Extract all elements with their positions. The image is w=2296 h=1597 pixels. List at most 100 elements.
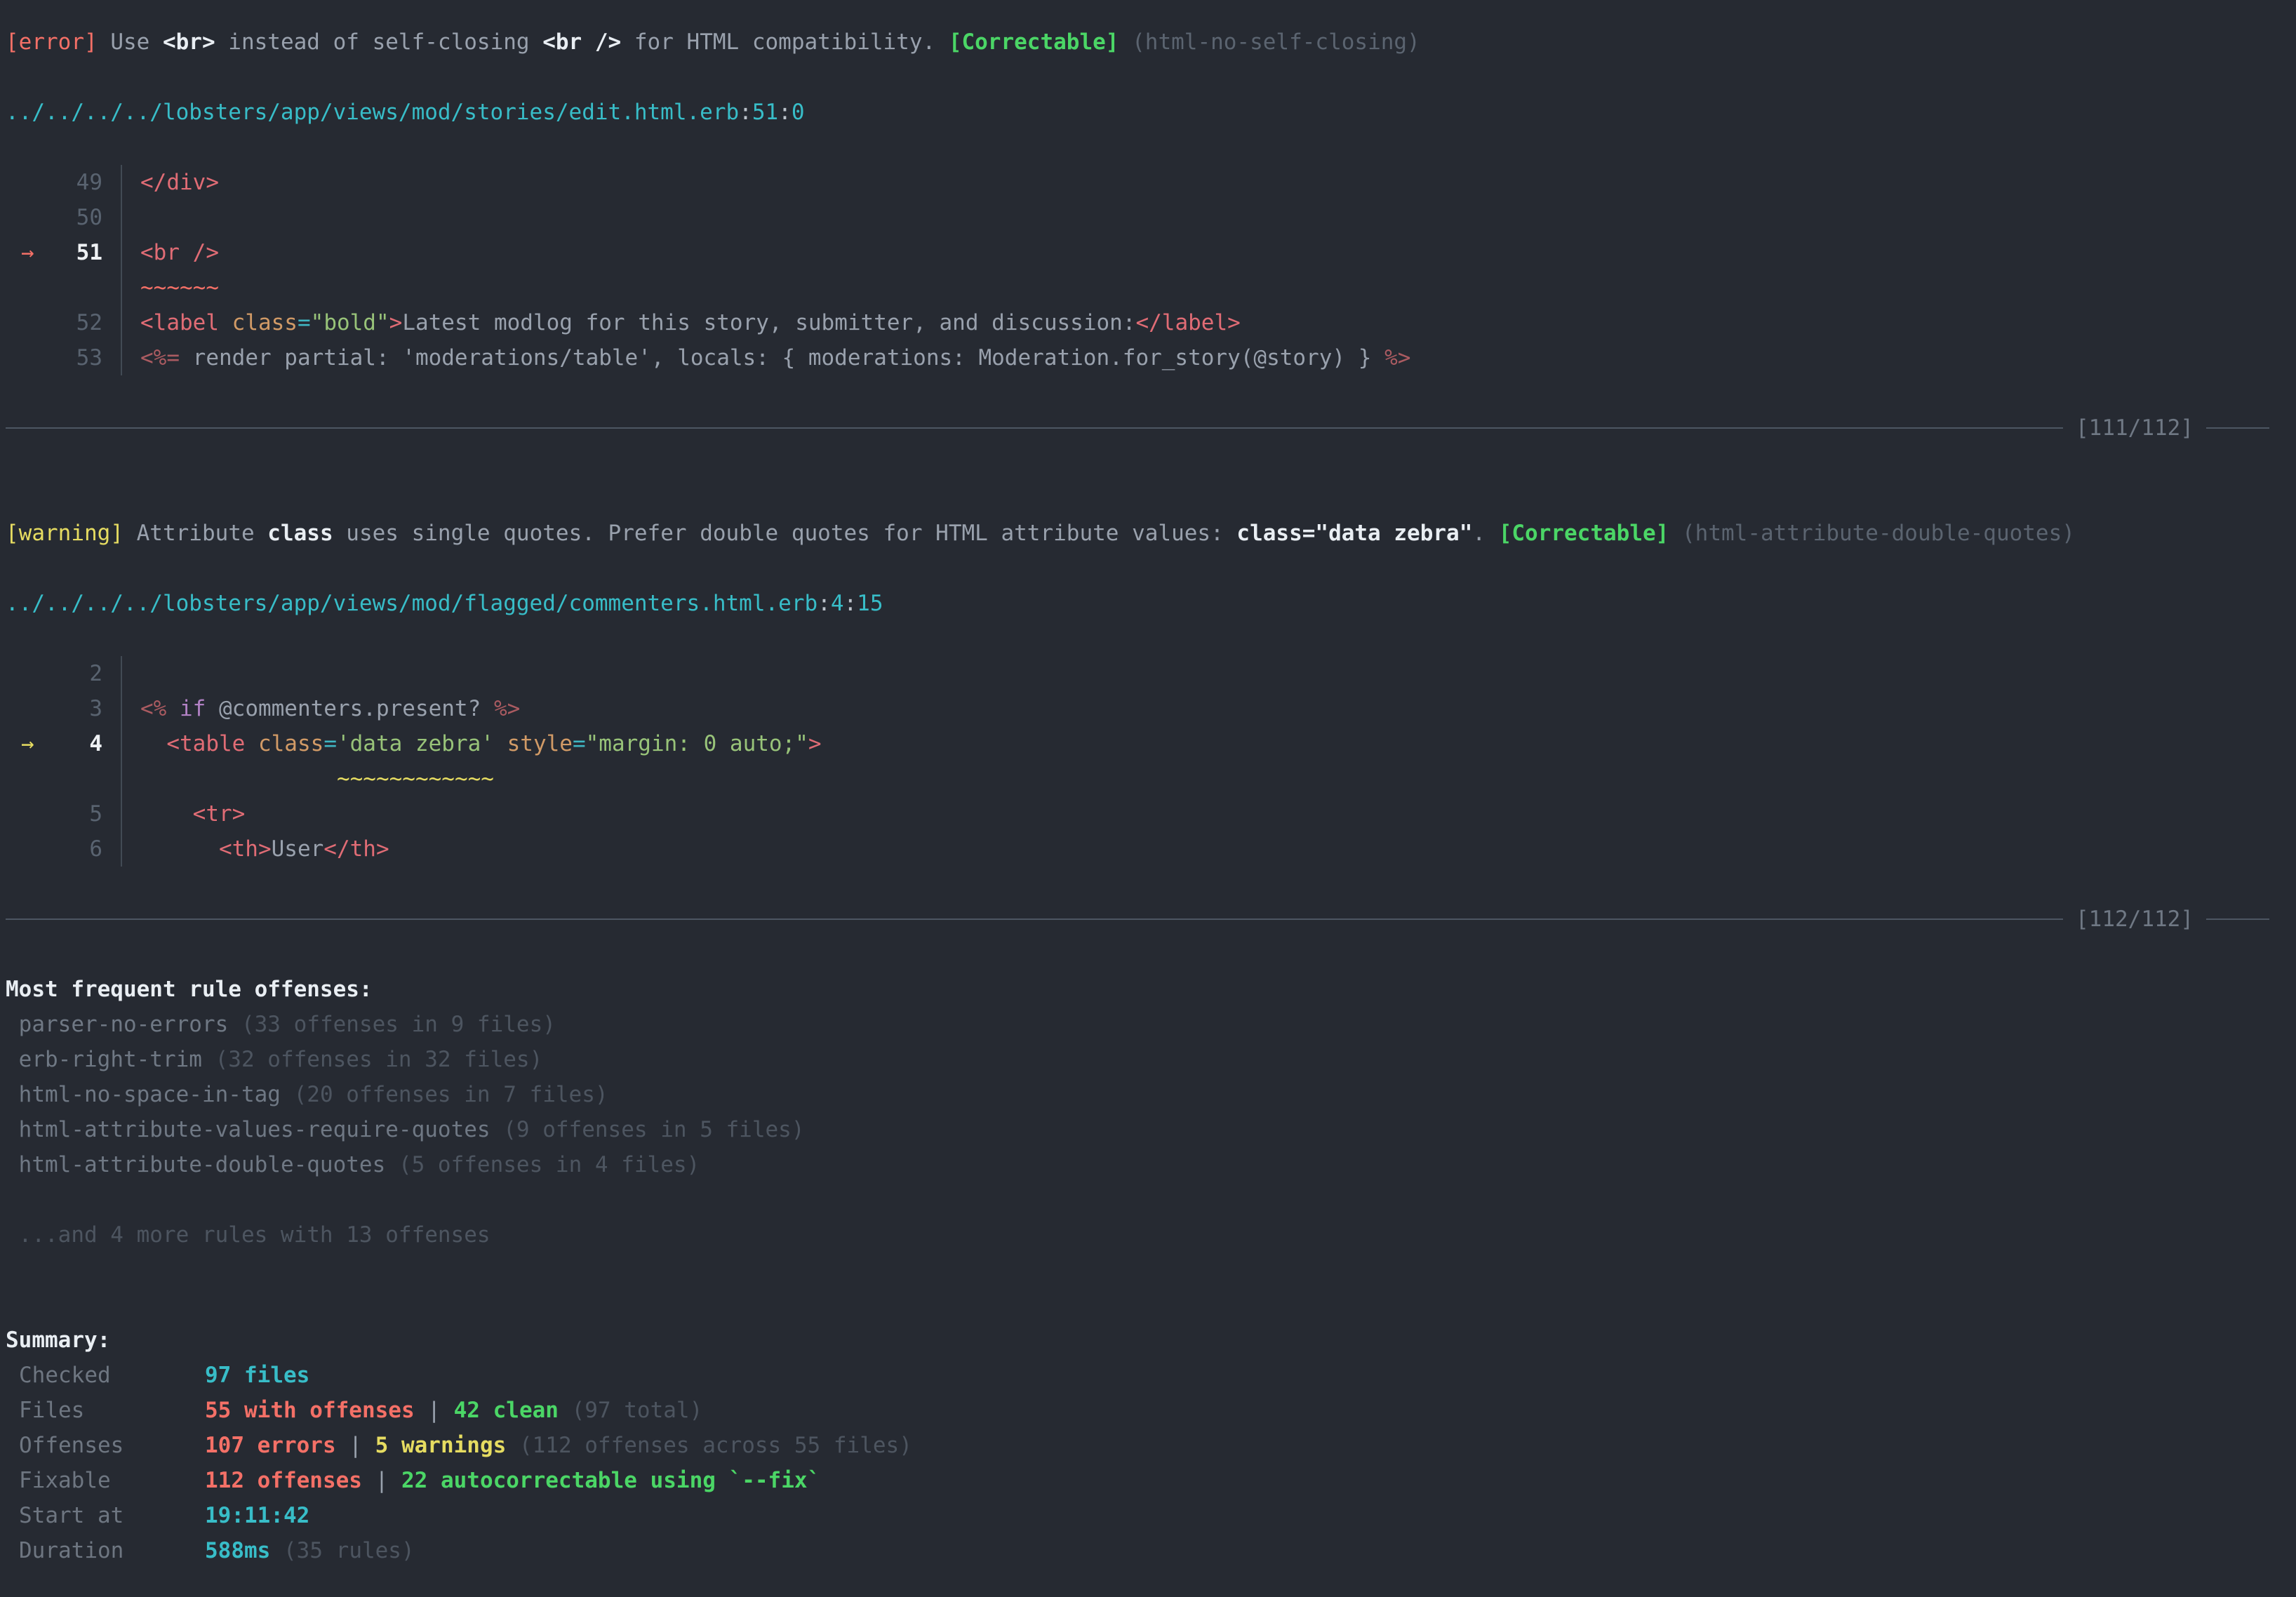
text-segment: [245, 731, 258, 756]
text-segment: (97 total): [572, 1398, 703, 1423]
text-segment: 55 with offenses: [205, 1398, 415, 1423]
terminal-output[interactable]: [error] Use <br> instead of self-closing…: [0, 0, 2296, 1568]
rule-name: html-attribute-double-quotes: [19, 1152, 386, 1177]
text-segment: [6, 1117, 19, 1142]
rule-count: (9 offenses in 5 files): [503, 1117, 804, 1142]
summary-label: Fixable: [6, 1463, 205, 1498]
rule-name: parser-no-errors: [19, 1012, 229, 1037]
text-segment: %>: [1384, 345, 1410, 370]
code-content: <table class='data zebra' style="margin:…: [122, 726, 2290, 761]
rule-offense-item: html-no-space-in-tag (20 offenses in 7 f…: [6, 1077, 2290, 1112]
text-segment: [6, 1047, 19, 1072]
offense-file-path: ../../../../lobsters/app/views/mod/stori…: [6, 95, 2290, 130]
squiggle: ~~~~~~~~~~~~: [337, 766, 494, 791]
progress-counter: [111/112]: [2063, 410, 2206, 446]
divider-line: [6, 427, 2063, 429]
text-segment: 22 autocorrectable using `--fix`: [401, 1468, 820, 1493]
text-segment: [385, 1152, 399, 1177]
text-segment: for HTML compatibility.: [621, 29, 949, 55]
text-segment: 107 errors: [205, 1433, 336, 1458]
rule-count: (33 offenses in 9 files): [241, 1012, 556, 1037]
rule-count: (20 offenses in 7 files): [294, 1082, 608, 1107]
text-segment: [6, 1012, 19, 1037]
text-segment: @commenters.present?: [206, 696, 494, 721]
lint-warning-message: [warning] Attribute class uses single qu…: [6, 516, 2290, 551]
code-content: [122, 656, 2290, 691]
more-rules-note: ...and 4 more rules with 13 offenses: [6, 1217, 2290, 1252]
line-number-gutter: 49: [6, 165, 112, 200]
text-segment: [6, 1082, 19, 1107]
line-number-gutter: 3: [6, 691, 112, 726]
code-content: <label class="bold">Latest modlog for th…: [122, 305, 2290, 340]
text-segment: </label>: [1135, 310, 1240, 335]
blank-line: [6, 130, 2290, 165]
text-segment: render partial: 'moderations/table', loc…: [180, 345, 1384, 370]
summary-heading: Summary:: [6, 1323, 2290, 1358]
text-segment: class: [267, 521, 333, 546]
text-segment: <br />: [542, 29, 621, 55]
text-segment: </div>: [140, 170, 219, 195]
rule-offense-item: erb-right-trim (32 offenses in 32 files): [6, 1042, 2290, 1077]
code-content: <tr>: [122, 796, 2290, 831]
blank-line: [6, 1182, 2290, 1217]
blank-line: [6, 481, 2290, 516]
text-segment: [166, 696, 180, 721]
text-segment: :: [739, 100, 752, 125]
summary-row-duration: Duration588ms (35 rules): [6, 1533, 2290, 1568]
code-content: ~~~~~~: [122, 270, 2290, 305]
rule-id: (html-no-self-closing): [1132, 29, 1420, 55]
summary-label: Files: [6, 1393, 205, 1428]
column-number: 15: [857, 591, 883, 616]
line-number: 51: [752, 100, 778, 125]
line-number: 4: [831, 591, 844, 616]
line-number-gutter: 53: [6, 340, 112, 375]
text-segment: <%=: [140, 345, 180, 370]
text-segment: [228, 1012, 241, 1037]
blank-line: [6, 551, 2290, 586]
code-content: [122, 200, 2290, 235]
text-segment: [270, 1538, 283, 1563]
summary-label: Offenses: [6, 1428, 205, 1463]
text-segment: User: [272, 836, 324, 862]
divider-line: [2206, 918, 2269, 920]
offense-file-path: ../../../../lobsters/app/views/mod/flagg…: [6, 586, 2290, 621]
rule-id: (html-attribute-double-quotes): [1682, 521, 2075, 546]
code-line-4-offense: →4 <table class='data zebra' style="marg…: [6, 726, 2290, 761]
code-line-52: 52<label class="bold">Latest modlog for …: [6, 305, 2290, 340]
text-segment: Summary:: [6, 1328, 110, 1353]
offense-progress-divider: [112/112]: [6, 902, 2290, 937]
rule-count: (5 offenses in 4 files): [399, 1152, 700, 1177]
text-segment: <table: [166, 731, 245, 756]
severity-warning-badge: [warning]: [6, 521, 124, 546]
code-line-3: 3<% if @commenters.present? %>: [6, 691, 2290, 726]
offense-arrow-icon: →: [21, 235, 34, 270]
correctable-badge: [Correctable]: [949, 29, 1119, 55]
text-segment: Latest modlog for this story, submitter,…: [402, 310, 1135, 335]
text-segment: =: [323, 731, 337, 756]
squiggle-underline-error: ~~~~~~: [6, 270, 2290, 305]
code-content: ~~~~~~~~~~~~: [122, 761, 2290, 796]
text-segment: >: [389, 310, 403, 335]
text-segment: [140, 766, 337, 791]
summary-row-offenses: Offenses107 errors | 5 warnings (112 off…: [6, 1428, 2290, 1463]
text-segment: Use: [98, 29, 163, 55]
divider-line: [2206, 427, 2269, 429]
correctable-badge: [Correctable]: [1499, 521, 1669, 546]
text-segment: <label: [140, 310, 219, 335]
text-segment: .: [1472, 521, 1498, 546]
text-segment: |: [415, 1398, 454, 1423]
text-segment: uses single quotes. Prefer double quotes…: [333, 521, 1237, 546]
text-segment: [559, 1398, 572, 1423]
code-content: <th>User</th>: [122, 831, 2290, 867]
text-segment: 19:11:42: [205, 1503, 309, 1528]
code-line-5: 5 <tr>: [6, 796, 2290, 831]
rule-name: html-attribute-values-require-quotes: [19, 1117, 490, 1142]
text-segment: [140, 836, 219, 862]
text-segment: >: [808, 731, 822, 756]
file-path: ../../../../lobsters/app/views/mod/flagg…: [6, 591, 817, 616]
offense-arrow-icon: →: [21, 726, 34, 761]
blank-line: [6, 375, 2290, 410]
text-segment: <th>: [219, 836, 272, 862]
text-segment: 5 warnings: [375, 1433, 507, 1458]
text-segment: [202, 1047, 215, 1072]
